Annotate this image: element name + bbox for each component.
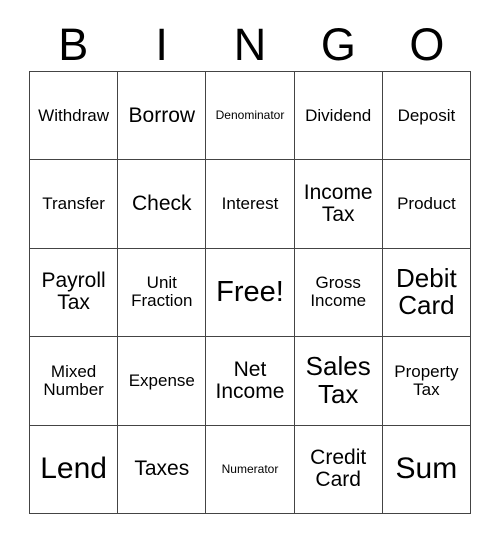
bingo-cell[interactable]: Denominator [206,72,295,161]
bingo-cell[interactable]: Interest [206,160,295,249]
bingo-cell[interactable]: Withdraw [30,72,119,161]
bingo-cell-label: Sum [395,452,458,486]
bingo-cell-label: Sales Tax [305,351,371,409]
bingo-cell-label: Property Tax [394,361,459,399]
bingo-cell[interactable]: Debit Card [382,248,471,338]
bingo-cell[interactable]: Net Income [206,337,295,426]
bingo-cell-label: Free! [216,276,284,309]
bingo-cell-label: Product [397,194,456,214]
bingo-cell[interactable]: Check [118,160,207,249]
bingo-cell[interactable]: Borrow [118,72,207,161]
bingo-cell-label: Income Tax [303,180,373,227]
bingo-cell[interactable]: Mixed Number [30,337,119,426]
bingo-cell-label: Gross Income [310,273,367,311]
bingo-cell[interactable]: Gross Income [294,248,383,338]
bingo-cell-label: Transfer [42,194,105,214]
bingo-cell[interactable]: Lend [30,425,119,514]
bingo-cell-label: Payroll Tax [41,269,106,315]
bingo-cell-label: Net Income [215,357,285,403]
bingo-cell-label: Numerator [221,461,279,476]
bingo-cell-label: Expense [128,370,195,390]
header-letter-n: N [233,19,267,70]
bingo-cell[interactable]: Payroll Tax [30,248,119,338]
bingo-cell[interactable]: Unit Fraction [118,248,207,338]
header-letter-g: G [320,19,356,70]
bingo-cell-label: Check [132,191,192,215]
bingo-cell[interactable]: Property Tax [382,337,471,426]
bingo-cell[interactable]: Income Tax [294,160,383,249]
bingo-cell-label: Lend [40,452,107,486]
bingo-cell-label: Taxes [134,457,190,481]
bingo-cell-label: Interest [221,194,279,214]
bingo-cell-label: Unit Fraction [131,273,193,311]
bingo-cell-label: Mixed Number [43,361,104,399]
bingo-header: B I N G O [29,18,471,71]
bingo-cell[interactable]: Sum [382,425,471,514]
bingo-cell-label: Borrow [128,103,196,127]
bingo-grid: Withdraw Borrow Denominator Dividend Deposit… [29,71,471,514]
header-letter-i: I [155,19,168,70]
bingo-cell[interactable]: Sales Tax [294,337,383,426]
bingo-card: B I N G O Withdraw Borrow Denominator Divid… [0,0,500,544]
bingo-cell[interactable]: Deposit [382,72,471,161]
bingo-cell[interactable]: Credit Card [294,425,383,514]
header-letter-o: O [409,19,445,70]
bingo-cell-label: Dividend [305,105,372,125]
bingo-cell[interactable]: Expense [118,337,207,426]
bingo-cell[interactable]: Taxes [118,425,207,514]
bingo-cell-label: Deposit [397,105,456,125]
bingo-cell[interactable]: Transfer [30,160,119,249]
bingo-cell-label: Credit Card [310,446,367,492]
header-letter-b: B [58,19,89,70]
bingo-cell-label: Withdraw [38,105,110,125]
bingo-cell[interactable]: Dividend [294,72,383,161]
bingo-cell[interactable]: Numerator [206,425,295,514]
bingo-cell-free-space[interactable]: Free! [206,248,295,338]
bingo-cell[interactable]: Product [382,160,471,249]
bingo-cell-label: Denominator [215,108,285,123]
bingo-cell-label: Debit Card [396,262,457,321]
